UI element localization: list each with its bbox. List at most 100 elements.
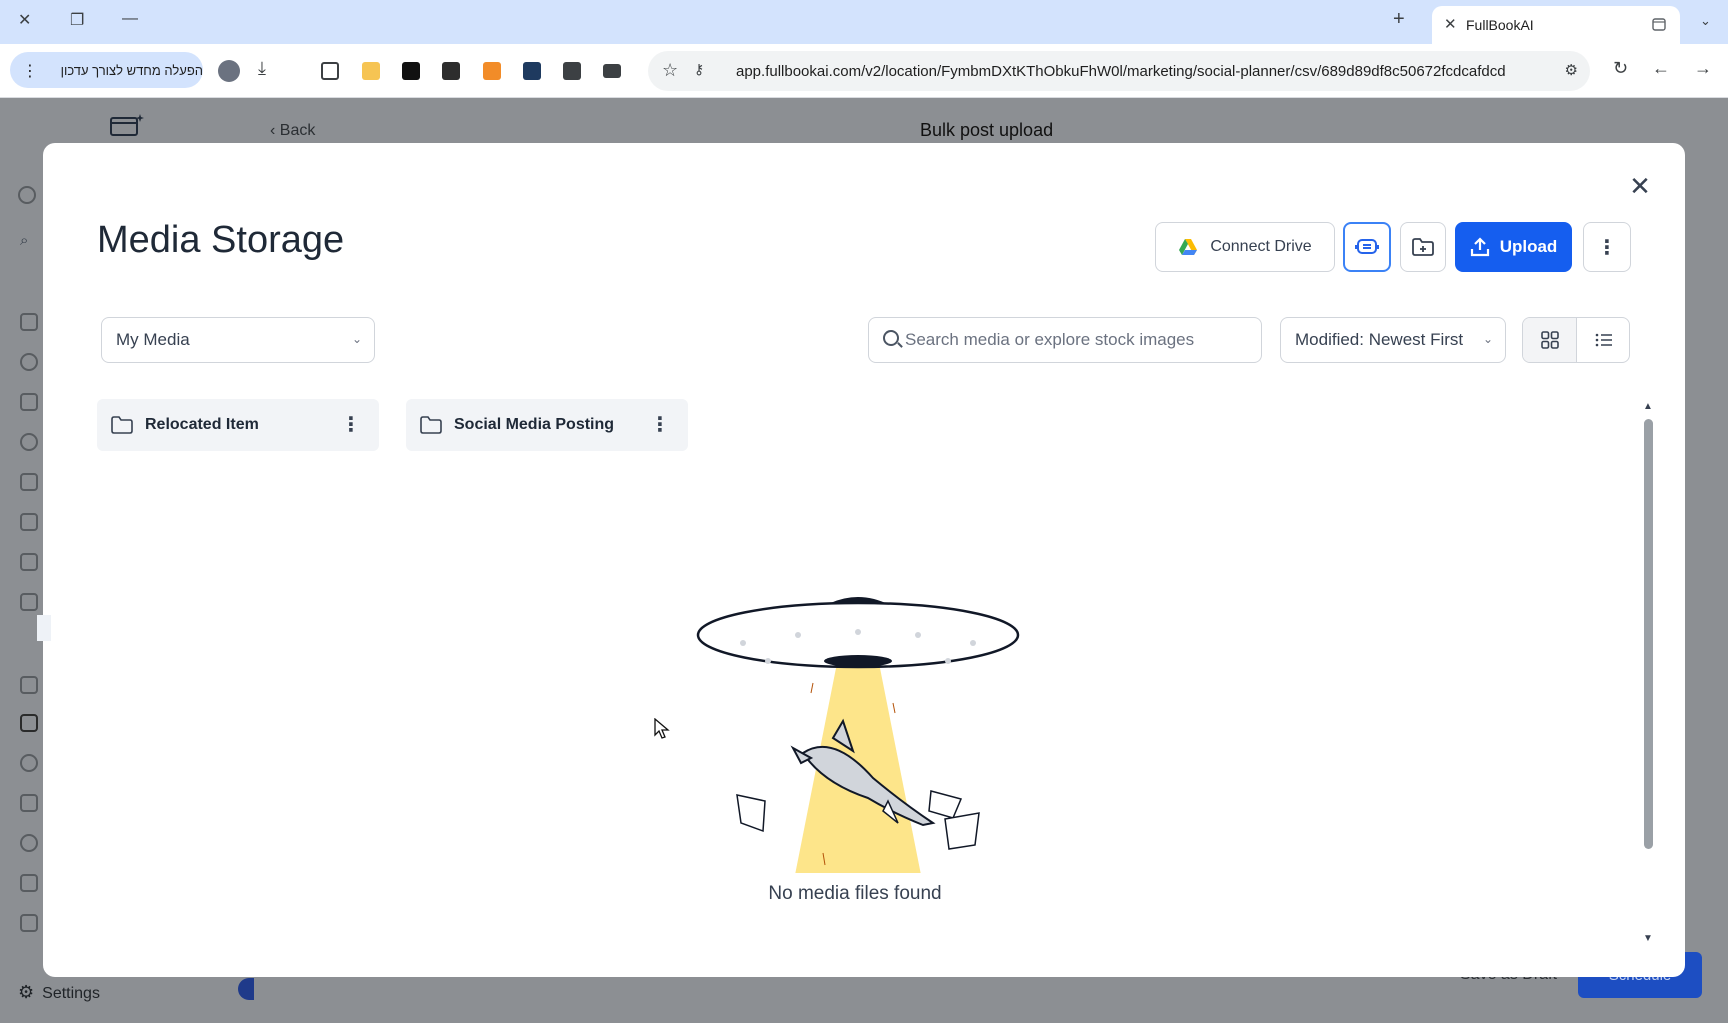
browser-toolbar: ⋮ הפעלה מחדש לצורך עדכון ⤓ ☆ ⚷ app.fullb… [0,44,1728,98]
folder-item[interactable]: Social Media Posting ⋮ [406,399,688,451]
back-arrow-icon[interactable]: ← [1652,58,1670,79]
tab-search-chevron-icon[interactable]: ⌄ [1700,13,1711,29]
upload-button[interactable]: Upload [1455,222,1572,272]
empty-state-message: No media files found [768,883,942,904]
modal-title: Media Storage [97,219,345,261]
browser-tab-bar: ✕ ❐ — + ✕ FullBookAI ⌄ [0,0,1728,44]
connect-drive-button[interactable]: Connect Drive [1155,222,1335,272]
window-restore-icon[interactable]: ❐ [70,10,84,30]
sort-value: Modified: Newest First [1295,330,1464,349]
back-link[interactable]: ‹ Back [270,122,315,140]
folder-icon [111,416,133,434]
star-icon[interactable] [20,914,38,932]
scrollbar-thumb[interactable] [1644,419,1653,849]
settings-label: Settings [42,985,100,1002]
mouse-cursor-icon [654,718,670,739]
extension-6-icon[interactable] [563,62,581,80]
close-icon[interactable]: ✕ [1626,173,1654,201]
grid-view-button[interactable] [1523,318,1577,362]
extensions-icon[interactable] [321,62,339,80]
reload-icon[interactable]: ↻ [1613,58,1628,79]
send-icon[interactable] [20,714,38,732]
left-edge-marker [37,615,51,641]
downloads-icon[interactable]: ⤓ [258,58,266,79]
dashboard-icon[interactable] [20,393,38,411]
sort-select[interactable]: Modified: Newest First ⌄ [1280,317,1506,363]
more-options-icon[interactable]: ⋮ [1583,222,1631,272]
reporting-icon[interactable] [20,794,38,812]
forward-arrow-icon[interactable]: → [1694,58,1712,79]
ai-assistant-button[interactable] [1343,222,1391,272]
payments-icon[interactable] [20,593,38,611]
settings-gear-icon: ⚙ [18,982,35,1002]
window-minimize-icon[interactable]: — [122,10,138,28]
ufo-shark-illustration [696,597,1020,873]
media-storage-modal: ✕ Media Storage Connect Drive Upload ⋮ M… [43,143,1685,977]
calendar-logo-icon [110,114,144,136]
password-key-icon[interactable]: ⚷ [694,61,704,78]
search-icon [883,330,899,346]
conversations-icon[interactable] [20,433,38,451]
profile-avatar[interactable] [218,60,240,82]
folder-plus-icon [1412,238,1434,256]
calendar-icon[interactable] [20,473,38,491]
bookmark-star-icon[interactable]: ☆ [662,60,678,81]
window-close-icon[interactable]: ✕ [18,10,31,30]
extension-2-icon[interactable] [402,62,420,80]
workflow-icon[interactable] [20,553,38,571]
chevron-down-icon: ⌄ [351,332,362,346]
update-restart-button[interactable]: ⋮ הפעלה מחדש לצורך עדכון [10,52,203,88]
sparkle-icon[interactable] [20,313,38,331]
extension-1-icon[interactable] [362,62,380,80]
menu-dots-icon: ⋮ [22,63,38,80]
robot-icon [1355,239,1379,254]
settings-link[interactable]: ⚙ Settings [18,982,100,1003]
contacts-icon[interactable] [20,513,38,531]
new-folder-button[interactable] [1400,222,1446,272]
metamask-extension-icon[interactable] [483,62,501,80]
badge-icon[interactable] [20,834,38,852]
upload-label: Upload [1499,237,1558,256]
tab-favicon-icon [1652,18,1666,31]
google-drive-icon [1179,239,1198,255]
reputation-icon[interactable] [20,754,38,772]
list-icon [1595,333,1612,347]
tab-close-icon[interactable]: ✕ [1444,15,1457,33]
folder-more-icon[interactable]: ⋮ [650,412,670,437]
list-view-button[interactable] [1577,318,1629,362]
folder-name: Social Media Posting [454,416,615,433]
folder-icon [420,416,442,434]
grid-icon [1540,331,1559,349]
search-input[interactable] [905,328,1245,352]
media-icon[interactable] [20,874,38,892]
folder-item[interactable]: Relocated Item ⋮ [97,399,379,451]
search-field[interactable] [868,317,1262,363]
chevron-down-icon: ⌄ [1482,332,1493,346]
sidebar-collapse-button[interactable] [238,978,254,1000]
chevron-left-icon: ‹ [270,122,280,139]
media-source-select[interactable]: My Media ⌄ [101,317,375,363]
search-icon[interactable]: ⌕ [20,232,38,250]
extension-3-icon[interactable] [442,62,460,80]
new-tab-icon[interactable]: + [1393,8,1405,31]
page-title: Bulk post upload [920,120,1054,140]
site-settings-icon[interactable]: ⚙ [1565,61,1578,79]
ai-sparkle-icon[interactable] [20,676,38,694]
connect-drive-label: Connect Drive [1210,238,1312,255]
extension-5-icon[interactable] [523,62,541,80]
scroll-up-arrow-icon[interactable]: ▲ [1643,401,1653,412]
url-text: app.fullbookai.com/v2/location/FymbmDXtK… [736,63,1506,80]
folder-more-icon[interactable]: ⋮ [341,412,361,437]
browser-tab[interactable]: ✕ FullBookAI [1432,6,1680,44]
back-label: Back [279,122,316,139]
extension-7-icon[interactable] [603,64,621,78]
scroll-down-arrow-icon[interactable]: ▼ [1643,933,1653,944]
address-bar[interactable]: ☆ ⚷ app.fullbookai.com/v2/location/Fymbm… [648,51,1590,91]
update-label: הפעלה מחדש לצורך עדכון [60,62,203,78]
folder-name: Relocated Item [145,416,259,433]
automation-icon[interactable] [20,353,38,371]
tab-title: FullBookAI [1466,17,1534,33]
media-source-value: My Media [116,330,190,349]
user-icon[interactable] [18,186,36,204]
upload-icon [1470,237,1489,257]
